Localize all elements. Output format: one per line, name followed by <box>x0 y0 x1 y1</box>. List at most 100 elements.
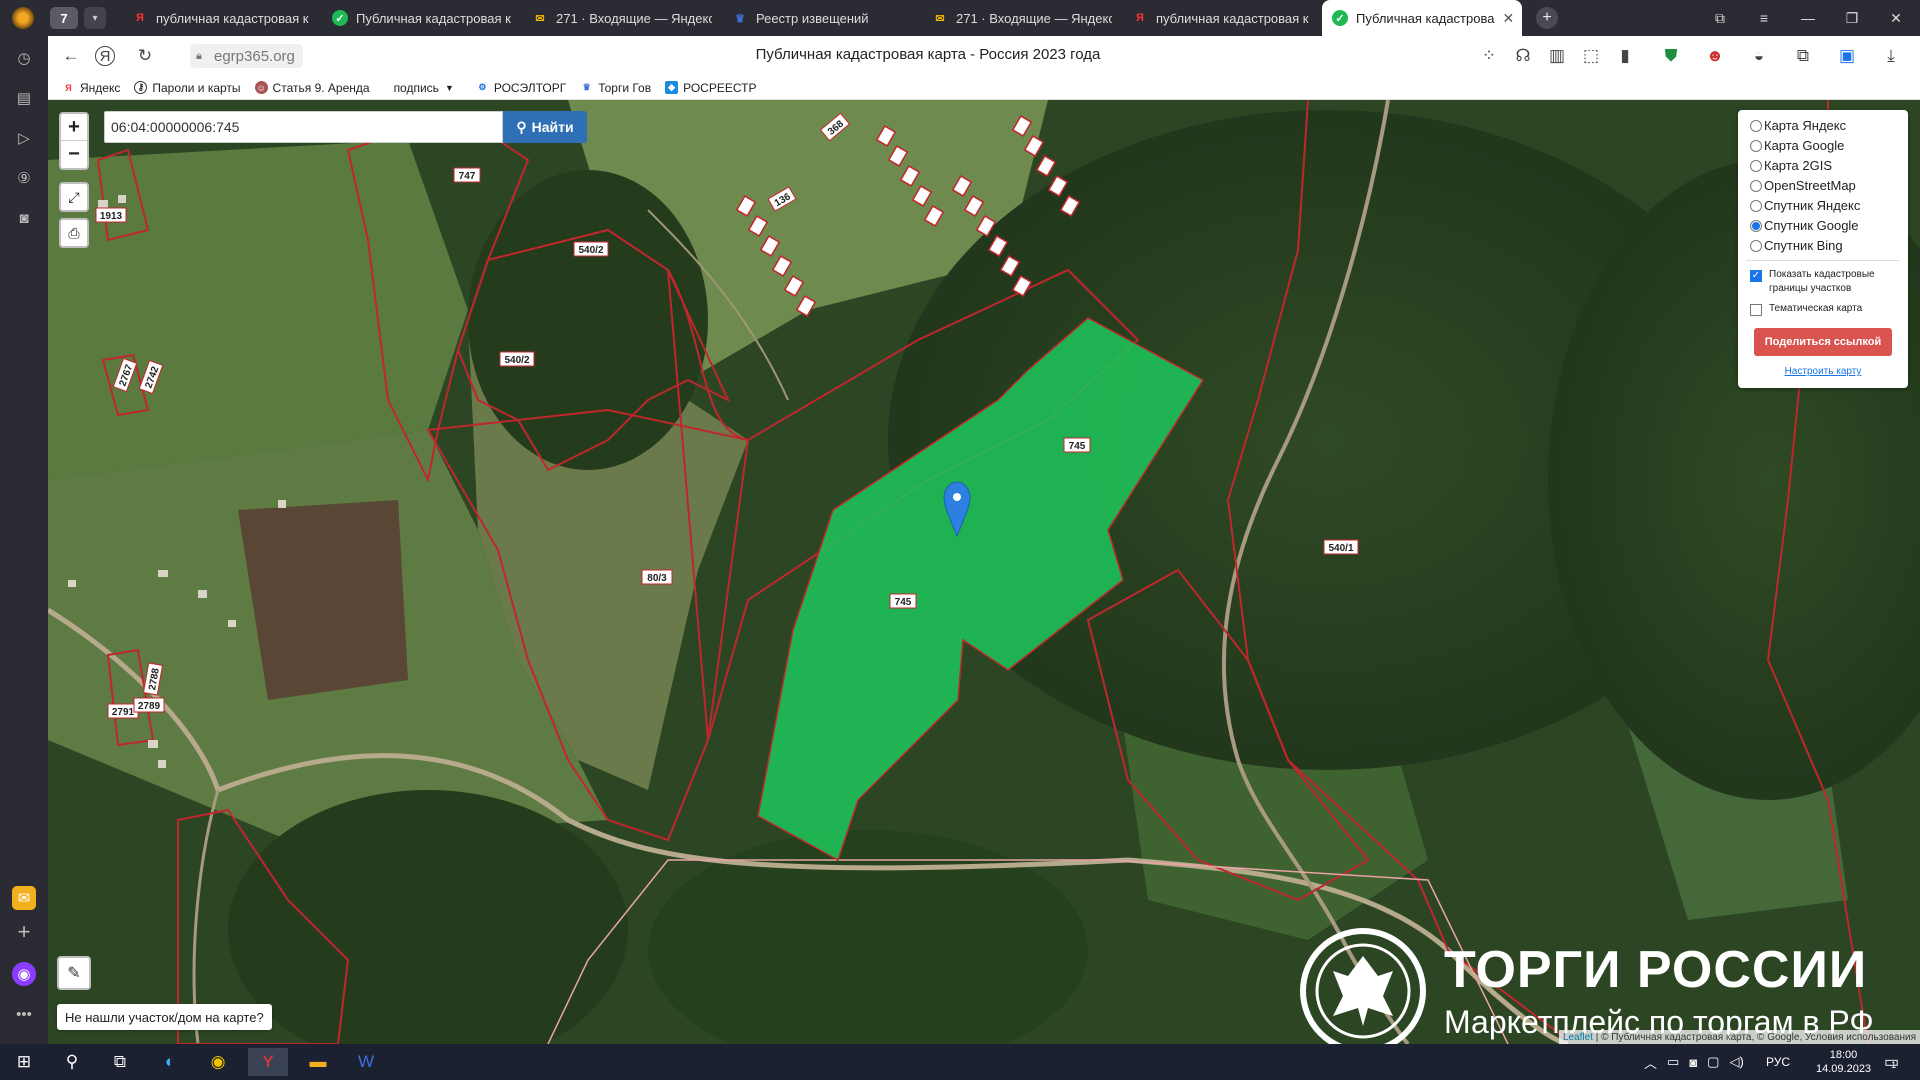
play-icon[interactable]: ▷ <box>12 126 36 150</box>
notifications-icon[interactable]: ▭ 1 <box>1884 1044 1899 1080</box>
yandex-icon: Я <box>65 82 72 93</box>
bookmark-item[interactable]: ♛ Торги Гов <box>580 81 651 95</box>
edge-icon[interactable]: ◐ <box>150 1048 190 1076</box>
configure-map-link[interactable]: Настроить карту <box>1738 366 1908 377</box>
address-bar[interactable]: 🔒︎ egrp365.org <box>190 44 303 68</box>
boundaries-checkbox-row[interactable]: ✓ Показать кадастровые границы участков <box>1750 268 1900 296</box>
camera-icon[interactable]: ◙ <box>1689 1055 1697 1070</box>
zoom-in-button[interactable]: + <box>61 114 87 141</box>
radio-button[interactable] <box>1750 119 1762 132</box>
bookmark-item[interactable]: ⚙ РОСЭЛТОРГ <box>476 81 566 95</box>
bookmark-item[interactable]: Я Яндекс <box>62 81 120 95</box>
windows-start-icon[interactable]: ⊞ <box>4 1048 44 1076</box>
cadastral-map[interactable]: 747 540/2 540/2 745 745 80/3 540/1 1913 … <box>48 100 1920 1044</box>
new-tab-button[interactable]: + <box>1536 7 1558 29</box>
close-tab-icon[interactable]: ✕ <box>1502 10 1514 27</box>
reload-icon[interactable]: ↻ <box>133 44 157 68</box>
word-icon[interactable]: W <box>346 1048 386 1076</box>
radio-button[interactable] <box>1750 179 1762 192</box>
print-icon[interactable]: ⎙ <box>59 218 89 248</box>
layer-option[interactable]: OpenStreetMap <box>1750 178 1856 193</box>
bookmark-item[interactable]: ◆ РОСРЕЕСТР <box>665 81 756 95</box>
file-explorer-icon[interactable]: ▬ <box>298 1048 338 1076</box>
add-icon[interactable]: + <box>12 919 36 944</box>
pencil-icon[interactable]: ✎ <box>57 956 91 990</box>
menu-icon[interactable]: ≡ <box>1744 0 1784 36</box>
tab-1[interactable]: ✓ Публичная кадастровая к <box>322 0 512 36</box>
radio-button-selected[interactable] <box>1750 219 1762 232</box>
puzzle-icon[interactable]: ⧉ <box>1791 44 1815 68</box>
language-indicator[interactable]: РУС <box>1766 1044 1790 1080</box>
history-icon[interactable]: ◷ <box>12 46 36 70</box>
chevron-up-icon[interactable]: ︿ <box>1644 1053 1657 1072</box>
not-found-tooltip[interactable]: Не нашли участок/дом на карте? <box>57 1004 272 1030</box>
share-link-button[interactable]: Поделиться ссылкой <box>1754 328 1892 356</box>
bookmark-icon[interactable]: ▮ <box>1613 44 1637 68</box>
extensions-icon[interactable]: ⁘ <box>1477 44 1501 68</box>
zoom-out-button[interactable]: − <box>61 141 87 168</box>
volume-icon[interactable]: ◁) <box>1729 1054 1743 1070</box>
layer-label: Карта Яндекс <box>1764 118 1847 133</box>
translate-icon[interactable]: ⬚ <box>1579 44 1603 68</box>
thematic-checkbox[interactable] <box>1750 304 1762 316</box>
reader-icon[interactable]: ▥ <box>1545 44 1569 68</box>
browser-logo-icon[interactable] <box>12 7 34 29</box>
thematic-checkbox-row[interactable]: Тематическая карта <box>1750 302 1862 316</box>
radio-button[interactable] <box>1750 159 1762 172</box>
maximize-button[interactable]: ❐ <box>1832 0 1872 36</box>
search-button[interactable]: ⚲ Найти <box>503 111 587 143</box>
chrome-icon[interactable]: ◉ <box>198 1048 238 1076</box>
alice-icon[interactable]: ◉ <box>12 962 36 986</box>
avatar-icon[interactable]: ☻ <box>1703 44 1727 68</box>
layer-option[interactable]: Спутник Bing <box>1750 238 1843 253</box>
layer-label: Карта 2GIS <box>1764 158 1833 173</box>
task-view-icon[interactable]: ⧉ <box>100 1048 140 1076</box>
clock[interactable]: 18:00 14.09.2023 <box>1816 1044 1871 1080</box>
tabs-dropdown-icon[interactable]: ▾ <box>84 7 106 29</box>
tab-3[interactable]: ♛ Реестр извещений <box>722 0 912 36</box>
radio-button[interactable] <box>1750 239 1762 252</box>
fullscreen-icon[interactable]: ⤢ <box>59 182 89 212</box>
yandex-home-icon[interactable]: Я <box>95 46 115 66</box>
layer-option[interactable]: Карта Яндекс <box>1750 118 1846 133</box>
tab-0[interactable]: Я публичная кадастровая к <box>122 0 312 36</box>
monitor-icon[interactable]: ▢ <box>1707 1054 1719 1070</box>
layer-option[interactable]: Карта Google <box>1750 138 1844 153</box>
notes-icon[interactable]: ▤ <box>12 86 36 110</box>
tab-count-badge[interactable]: 7 <box>50 7 78 29</box>
yandex-browser-icon[interactable]: Y <box>248 1048 288 1076</box>
screenshot-icon[interactable]: ◙ <box>12 206 36 230</box>
download-icon[interactable]: ⤓ <box>1879 44 1903 68</box>
key-icon: ⚷ <box>134 81 148 94</box>
boundaries-checkbox[interactable]: ✓ <box>1750 270 1762 282</box>
bookmark-folder[interactable]: подпись ▼ <box>394 81 454 95</box>
tab-4[interactable]: ✉ 271 · Входящие — Яндекс <box>922 0 1112 36</box>
network-icon[interactable]: ▭ <box>1667 1054 1679 1070</box>
radio-button[interactable] <box>1750 199 1762 212</box>
search-icon[interactable]: ⚲ <box>52 1048 92 1076</box>
minimize-button[interactable]: — <box>1788 0 1828 36</box>
headphones-icon[interactable]: ☊ <box>1511 44 1535 68</box>
tab-6-active[interactable]: ✓ Публичная кадастрова ✕ <box>1322 0 1522 36</box>
layer-option-selected[interactable]: Спутник Google <box>1750 218 1859 233</box>
layer-option[interactable]: Карта 2GIS <box>1750 158 1832 173</box>
wallet-icon[interactable]: ▣ <box>1835 44 1859 68</box>
back-icon[interactable]: ← <box>59 44 83 68</box>
shield-icon[interactable]: ⛊ <box>1659 44 1683 68</box>
bookmark-item[interactable]: ⚷ Пароли и карты <box>134 81 241 95</box>
mail-icon[interactable]: ✉ <box>12 886 36 910</box>
cadastral-search-input[interactable] <box>104 111 503 143</box>
bookmark-item[interactable]: ☺ Статья 9. Аренда <box>254 81 370 95</box>
leaflet-link[interactable]: Leaflet <box>1563 1032 1593 1043</box>
layer-option[interactable]: Спутник Яндекс <box>1750 198 1860 213</box>
zoom-control: + − <box>59 112 89 170</box>
tab-2[interactable]: ✉ 271 · Входящие — Яндекс <box>522 0 712 36</box>
radio-button[interactable] <box>1750 139 1762 152</box>
bookmark-panel-icon[interactable]: ⧉ <box>1700 0 1740 36</box>
more-icon[interactable]: ••• <box>12 1002 36 1026</box>
satellite-map-canvas[interactable]: 747 540/2 540/2 745 745 80/3 540/1 1913 … <box>48 100 1920 1044</box>
close-window-button[interactable]: ✕ <box>1876 0 1916 36</box>
mask-icon[interactable]: ◒ <box>1747 44 1771 68</box>
tab-5[interactable]: Я публичная кадастровая к <box>1122 0 1312 36</box>
calendar-icon[interactable]: ⑨ <box>12 166 36 190</box>
